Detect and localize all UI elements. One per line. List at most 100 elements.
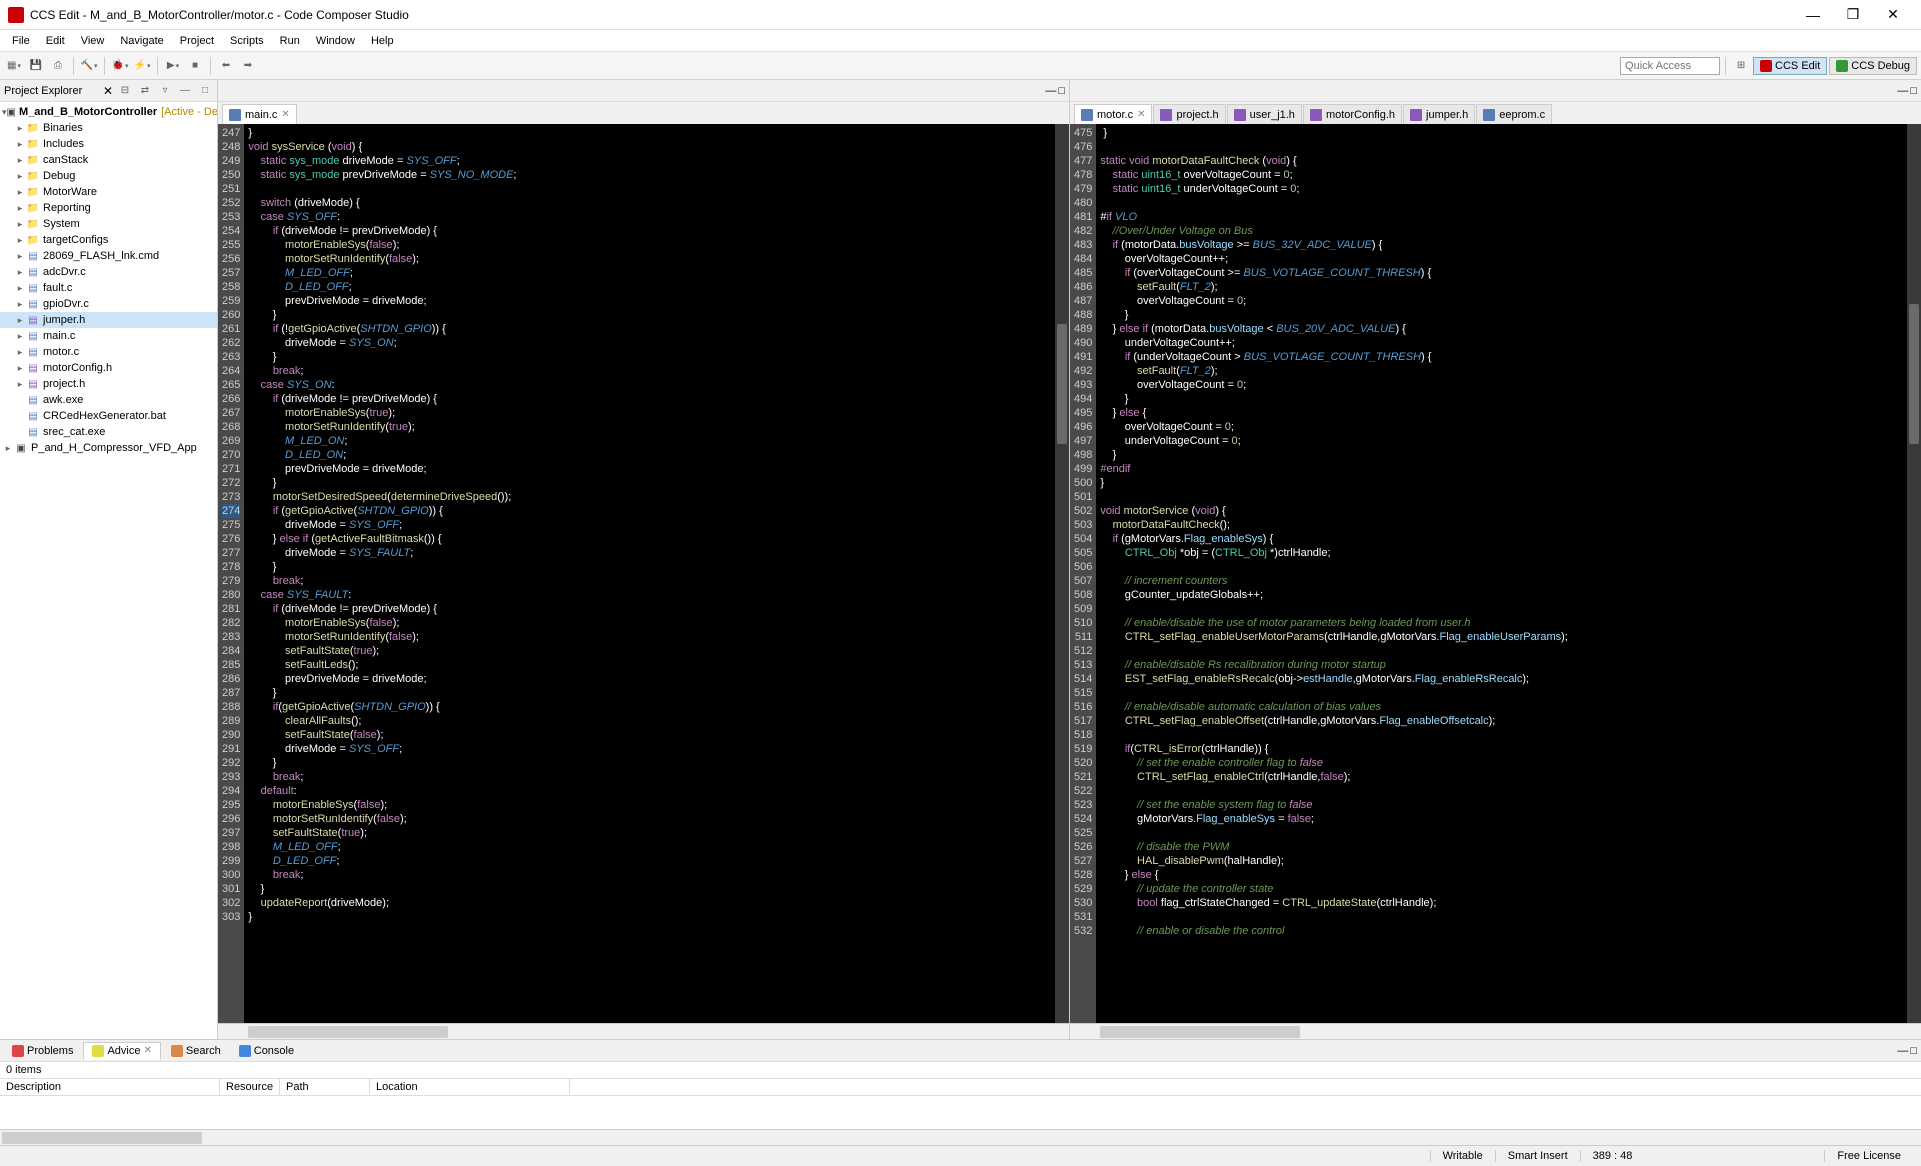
tree-item[interactable]: ▸▣P_and_H_Compressor_VFD_App [0, 440, 217, 456]
editor-tab[interactable]: main.c✕ [222, 104, 297, 124]
status-writable: Writable [1430, 1150, 1495, 1162]
tree-item[interactable]: ▸📁targetConfigs [0, 232, 217, 248]
bottom-tab-console[interactable]: Console [231, 1043, 302, 1059]
project-explorer-title: Project Explorer [4, 85, 99, 97]
vertical-scrollbar[interactable] [1055, 124, 1069, 1023]
open-perspective-button[interactable]: ⊞ [1731, 56, 1751, 76]
minimize-button[interactable]: — [1793, 1, 1833, 29]
stop-button[interactable]: ■ [185, 56, 205, 76]
tree-item[interactable]: ▸📁Binaries [0, 120, 217, 136]
horizontal-scrollbar-right[interactable] [1070, 1023, 1921, 1039]
tree-item[interactable]: ▤CRCedHexGenerator.bat [0, 408, 217, 424]
problems-col-resource[interactable]: Resource [220, 1079, 280, 1095]
bottom-tab-problems[interactable]: Problems [4, 1043, 81, 1059]
menu-project[interactable]: Project [172, 33, 222, 49]
editor-tab[interactable]: project.h [1153, 104, 1225, 124]
editor-right-tabs: motor.c✕project.huser_j1.hmotorConfig.hj… [1070, 102, 1921, 124]
problems-col-location[interactable]: Location [370, 1079, 570, 1095]
menu-run[interactable]: Run [272, 33, 308, 49]
problems-columns: DescriptionResourcePathLocation [0, 1078, 1921, 1096]
tree-item[interactable]: ▤srec_cat.exe [0, 424, 217, 440]
menu-edit[interactable]: Edit [38, 33, 73, 49]
minimize-view-icon[interactable]: — [177, 83, 193, 99]
editor-minimize-icon[interactable]: — [1045, 85, 1056, 97]
build-button[interactable]: 🔨 [79, 56, 99, 76]
view-close-icon[interactable]: ✕ [103, 84, 113, 98]
tree-item[interactable]: ▾▣M_and_B_MotorController[Active - Debug… [0, 104, 217, 120]
tree-item[interactable]: ▤awk.exe [0, 392, 217, 408]
tree-item[interactable]: ▸▤gpioDvr.c [0, 296, 217, 312]
main-area: Project Explorer ✕ ⊟ ⇄ ▿ — □ ▾▣M_and_B_M… [0, 80, 1921, 1039]
editor-minimize-icon[interactable]: — [1897, 85, 1908, 97]
menu-window[interactable]: Window [308, 33, 363, 49]
tree-item[interactable]: ▸📁canStack [0, 152, 217, 168]
vertical-scrollbar[interactable] [1907, 124, 1921, 1023]
status-insert-mode: Smart Insert [1495, 1150, 1580, 1162]
window-title: CCS Edit - M_and_B_MotorController/motor… [30, 8, 1793, 22]
status-cursor-position: 389 : 48 [1580, 1150, 1645, 1162]
link-editor-icon[interactable]: ⇄ [137, 83, 153, 99]
project-tree[interactable]: ▾▣M_and_B_MotorController[Active - Debug… [0, 102, 217, 1039]
tree-item[interactable]: ▸📁Reporting [0, 200, 217, 216]
perspective-ccs-debug[interactable]: CCS Debug [1829, 57, 1917, 75]
close-button[interactable]: ✕ [1873, 1, 1913, 29]
menu-file[interactable]: File [4, 33, 38, 49]
problems-count: 0 items [0, 1062, 1921, 1078]
bottom-maximize-icon[interactable]: □ [1910, 1045, 1917, 1057]
menu-bar: FileEditViewNavigateProjectScriptsRunWin… [0, 30, 1921, 52]
tree-item[interactable]: ▸▤fault.c [0, 280, 217, 296]
back-button[interactable]: ⬅ [216, 56, 236, 76]
bottom-tabs: ProblemsAdvice ✕SearchConsole — □ [0, 1040, 1921, 1062]
save-all-button[interactable]: ⎙ [48, 56, 68, 76]
main-horizontal-scrollbar[interactable] [0, 1129, 1921, 1145]
editor-tab[interactable]: jumper.h [1403, 104, 1475, 124]
app-icon [8, 7, 24, 23]
run-button[interactable]: ▶ [163, 56, 183, 76]
bottom-panel: ProblemsAdvice ✕SearchConsole — □ 0 item… [0, 1039, 1921, 1129]
editor-maximize-icon[interactable]: □ [1058, 85, 1065, 97]
save-button[interactable]: 💾 [26, 56, 46, 76]
tree-item[interactable]: ▸▤motorConfig.h [0, 360, 217, 376]
editor-tab[interactable]: motor.c✕ [1074, 104, 1152, 124]
collapse-all-icon[interactable]: ⊟ [117, 83, 133, 99]
bottom-tab-search[interactable]: Search [163, 1043, 229, 1059]
tree-item[interactable]: ▸▤main.c [0, 328, 217, 344]
new-button[interactable]: ▦ [4, 56, 24, 76]
editor-tab[interactable]: user_j1.h [1227, 104, 1302, 124]
problems-view: 0 items DescriptionResourcePathLocation [0, 1062, 1921, 1129]
tree-item[interactable]: ▸▤adcDvr.c [0, 264, 217, 280]
bottom-tab-advice[interactable]: Advice ✕ [83, 1042, 160, 1060]
maximize-view-icon[interactable]: □ [197, 83, 213, 99]
main-toolbar: ▦ 💾 ⎙ 🔨 🐞 ⚡ ▶ ■ ⬅ ➡ ⊞ CCS Edit CCS Debug [0, 52, 1921, 80]
menu-help[interactable]: Help [363, 33, 402, 49]
editor-tab[interactable]: motorConfig.h [1303, 104, 1402, 124]
tree-item[interactable]: ▸📁Includes [0, 136, 217, 152]
problems-col-path[interactable]: Path [280, 1079, 370, 1095]
bottom-minimize-icon[interactable]: — [1897, 1045, 1908, 1057]
editor-area: — □ main.c✕ 2472482492502512522532542552… [218, 80, 1921, 1039]
maximize-button[interactable]: ❐ [1833, 1, 1873, 29]
tree-item[interactable]: ▸▤motor.c [0, 344, 217, 360]
problems-col-description[interactable]: Description [0, 1079, 220, 1095]
status-license: Free License [1824, 1150, 1913, 1162]
view-menu-icon[interactable]: ▿ [157, 83, 173, 99]
editor-tab[interactable]: eeprom.c [1476, 104, 1552, 124]
tree-item[interactable]: ▸📁MotorWare [0, 184, 217, 200]
menu-scripts[interactable]: Scripts [222, 33, 272, 49]
tree-item[interactable]: ▸▤project.h [0, 376, 217, 392]
tree-item[interactable]: ▸▤28069_FLASH_lnk.cmd [0, 248, 217, 264]
horizontal-scrollbar-left[interactable] [218, 1023, 1069, 1039]
tree-item[interactable]: ▸📁System [0, 216, 217, 232]
editor-right-code[interactable]: 4754764774784794804814824834844854864874… [1070, 124, 1921, 1023]
quick-access-input[interactable] [1620, 57, 1720, 75]
editor-left-code[interactable]: 2472482492502512522532542552562572582592… [218, 124, 1069, 1023]
flash-button[interactable]: ⚡ [132, 56, 152, 76]
debug-button[interactable]: 🐞 [110, 56, 130, 76]
menu-navigate[interactable]: Navigate [112, 33, 171, 49]
tree-item[interactable]: ▸📁Debug [0, 168, 217, 184]
menu-view[interactable]: View [73, 33, 113, 49]
forward-button[interactable]: ➡ [238, 56, 258, 76]
editor-maximize-icon[interactable]: □ [1910, 85, 1917, 97]
tree-item[interactable]: ▸▤jumper.h [0, 312, 217, 328]
perspective-ccs-edit[interactable]: CCS Edit [1753, 57, 1827, 75]
